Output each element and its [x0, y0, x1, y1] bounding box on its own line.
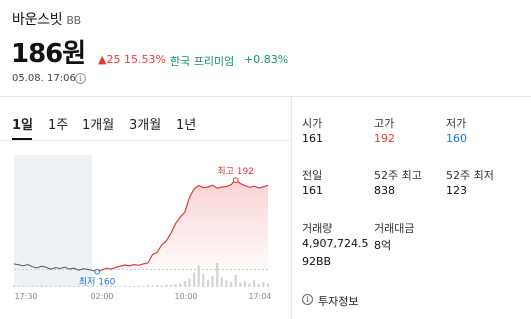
volume-bar	[183, 281, 186, 287]
volume-bar	[36, 285, 39, 287]
volume-value: 4,907,724.5	[302, 237, 369, 250]
volume-bar	[31, 285, 34, 287]
trade-amount-label: 거래대금	[374, 222, 415, 235]
x-tick-label: 17:30	[14, 292, 37, 301]
volume-bar	[151, 285, 154, 287]
korea-premium-value: +0.83%	[244, 53, 289, 66]
volume-bar	[59, 285, 62, 287]
volume-bar	[165, 284, 168, 287]
tab-3-months[interactable]: 3개월	[129, 114, 161, 133]
volume-bar	[146, 285, 149, 287]
volume-bar	[63, 285, 66, 287]
prev-close-value: 161	[302, 184, 323, 197]
volume-bar	[202, 273, 205, 287]
week52-high-label: 52주 최고	[374, 169, 422, 182]
volume-bar	[40, 284, 43, 287]
volume-bar	[234, 275, 237, 287]
volume-bar	[49, 286, 52, 287]
volume-bar	[179, 283, 182, 287]
week52-low-value: 123	[446, 184, 467, 197]
overnight-shading	[14, 155, 92, 287]
min-point	[94, 268, 100, 275]
volume-bar	[206, 279, 210, 287]
tab-1-week[interactable]: 1주	[48, 114, 68, 133]
volume-bar	[211, 276, 214, 287]
open-label: 시가	[302, 117, 323, 130]
tab-1-year[interactable]: 1년	[176, 114, 196, 133]
info-icon[interactable]: i	[75, 73, 86, 84]
volume-bar	[119, 285, 122, 287]
max-price-label: 최고 192	[217, 166, 254, 177]
high-label: 고가	[374, 117, 395, 130]
tab-1-month[interactable]: 1개월	[82, 114, 114, 133]
header-divider	[0, 96, 531, 97]
volume-bar	[72, 286, 76, 287]
invest-info-link[interactable]: 투자정보	[318, 293, 358, 309]
max-point	[232, 177, 239, 183]
price-change: ▲25 15.53%	[98, 53, 166, 66]
volume-bar	[156, 285, 159, 287]
volume-bar	[68, 285, 71, 287]
invest-info-icon: i	[302, 294, 313, 305]
volume-bar	[262, 282, 265, 287]
current-price: 186원	[11, 39, 86, 69]
x-tick-label: 17:04	[248, 292, 271, 301]
week52-high-value: 838	[374, 184, 395, 197]
volume-bar	[257, 284, 260, 287]
coin-title: 바운스빗	[12, 12, 63, 28]
volume-bar	[123, 285, 126, 287]
prev-close-label: 전일	[302, 169, 323, 182]
high-value: 192	[374, 132, 395, 145]
volume-bar	[243, 281, 246, 287]
volume-bar	[12, 285, 16, 287]
volume-bar	[248, 283, 251, 287]
x-axis-ticks: 17:30 02:00 10:00 17:04	[14, 292, 271, 301]
volume-bar	[193, 272, 196, 287]
min-price-label: 최저 160	[79, 277, 116, 288]
low-value: 160	[446, 132, 467, 145]
volume-bar	[266, 283, 270, 287]
volume-bar	[230, 281, 233, 287]
coin-ticker: BB	[66, 14, 81, 27]
volume-bar	[142, 285, 145, 287]
volume-bar	[45, 285, 48, 287]
week52-low-label: 52주 최저	[446, 169, 494, 182]
volume-label: 거래량	[302, 222, 333, 235]
timestamp: 05.08. 17:06	[12, 73, 76, 84]
volume-bar	[54, 285, 57, 287]
volume-unit: 92BB	[302, 255, 332, 268]
volume-bar	[26, 286, 29, 287]
volume-bar	[128, 285, 131, 287]
price-chart[interactable]: 최고 192 최저 160 17:30 02:00 10:00 17:04	[0, 141, 291, 319]
trade-amount-value: 8억	[374, 239, 392, 252]
volume-bar	[225, 280, 228, 287]
volume-bar	[160, 285, 163, 287]
volume-bar	[169, 284, 173, 287]
open-value: 161	[302, 132, 323, 145]
volume-bar	[220, 277, 223, 287]
panel-divider	[291, 96, 292, 319]
low-label: 저가	[446, 117, 467, 130]
korea-premium-label: 한국 프리미엄	[170, 55, 235, 68]
volume-bar	[22, 285, 25, 287]
volume-bar	[137, 285, 140, 287]
volume-bar	[253, 279, 256, 287]
tab-1-day[interactable]: 1일	[12, 114, 33, 133]
price-area-fill	[97, 180, 268, 272]
volume-bar	[174, 284, 177, 287]
x-tick-label: 02:00	[90, 292, 113, 301]
volume-bar	[133, 286, 136, 287]
coin-name: 바운스빗 BB	[12, 9, 81, 29]
volume-bar	[17, 285, 20, 287]
x-tick-label: 10:00	[174, 292, 197, 301]
volume-bar	[188, 278, 191, 287]
volume-bar	[239, 282, 242, 287]
